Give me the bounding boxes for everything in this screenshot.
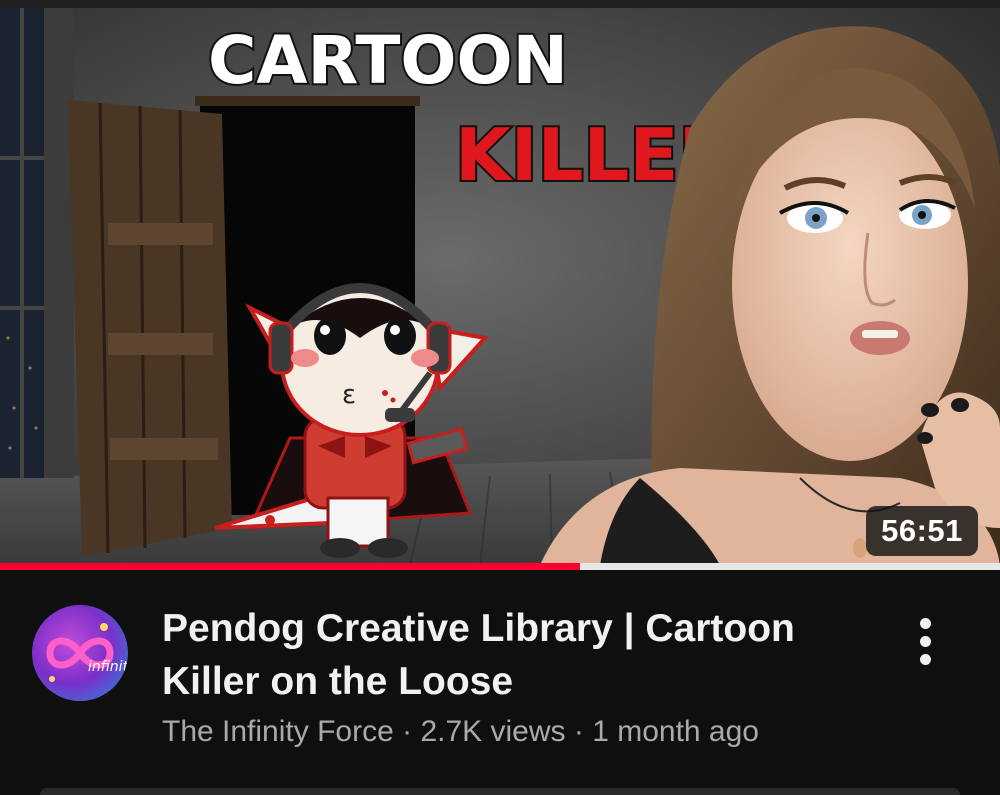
video-thumbnail[interactable]: CARTOON KILLER ε 56:51 — [0, 8, 1000, 565]
duration-badge: 56:51 — [866, 506, 978, 556]
video-title[interactable]: Pendog Creative Library | Cartoon Killer… — [162, 602, 882, 708]
avatar-logo-text: infinity — [88, 659, 128, 675]
more-vert-icon[interactable] — [905, 610, 945, 672]
video-subtitle: The Infinity Force · 2.7K views · 1 mont… — [162, 715, 759, 749]
next-item-edge — [40, 788, 960, 795]
top-bar — [0, 0, 1000, 8]
separator: · — [393, 715, 421, 748]
menu-dot — [919, 653, 931, 665]
thumbnail-headline-line1: CARTOON — [208, 22, 568, 99]
view-count: 2.7K views — [420, 715, 566, 748]
upload-age: 1 month ago — [592, 715, 759, 748]
channel-name[interactable]: The Infinity Force — [162, 715, 394, 748]
watch-progress-bar — [0, 563, 1000, 570]
separator: · — [565, 715, 593, 748]
svg-text:ε: ε — [342, 380, 356, 410]
channel-avatar[interactable]: infinity — [32, 605, 128, 701]
video-metadata: infinity Pendog Creative Library | Carto… — [0, 570, 1000, 795]
menu-dot — [919, 635, 931, 647]
menu-dot — [919, 617, 931, 629]
watch-progress-fill — [0, 563, 580, 570]
